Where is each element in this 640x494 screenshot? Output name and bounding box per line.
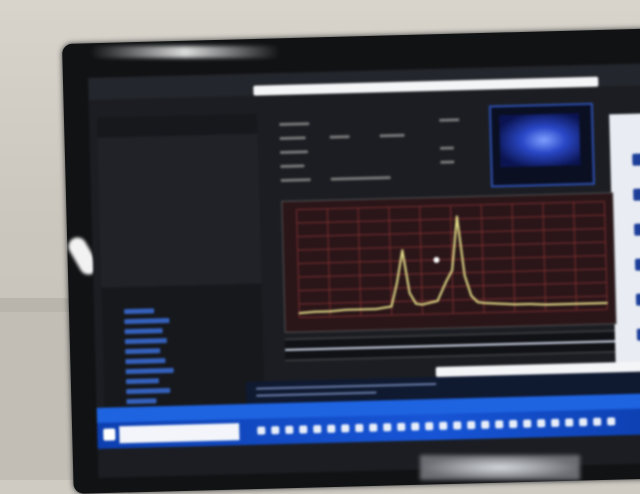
taskbar-app-icon[interactable] (537, 419, 546, 428)
tree-item[interactable] (124, 328, 163, 335)
taskbar-app-icon[interactable] (453, 421, 462, 430)
taskbar-app-icon[interactable] (425, 422, 434, 431)
taskbar-app-icon[interactable] (397, 422, 406, 432)
taskbar-app-icon[interactable] (271, 426, 280, 435)
bezel-glare (90, 46, 280, 58)
tree-item[interactable] (125, 348, 161, 355)
taskbar-app-icon[interactable] (495, 420, 504, 429)
form-value[interactable] (330, 176, 391, 181)
form-value[interactable] (439, 146, 454, 150)
form-label (279, 136, 306, 141)
taskbar-search-box[interactable] (119, 423, 240, 444)
tile-icon[interactable] (634, 258, 640, 271)
taskbar-app-icon[interactable] (411, 422, 420, 431)
tile-icon[interactable] (633, 188, 640, 201)
video-preview[interactable] (488, 102, 595, 188)
status-text-line (256, 382, 437, 390)
taskbar-app-icon[interactable] (607, 417, 616, 426)
taskbar-app-icon[interactable] (313, 425, 322, 434)
spectrum-chart (281, 192, 617, 333)
status-text-line (256, 391, 377, 397)
taskbar-app-icon[interactable] (481, 420, 490, 429)
taskbar-app-icon[interactable] (523, 419, 532, 428)
taskbar-app-icon[interactable] (383, 423, 392, 432)
spectrum-chart-svg (296, 201, 608, 319)
form-label (280, 164, 305, 168)
preview-image (499, 113, 581, 168)
monitor-screen (88, 63, 640, 478)
taskbar-app-icon[interactable] (439, 421, 448, 430)
taskbar-app-icon[interactable] (565, 418, 574, 427)
taskbar-app-icon[interactable] (579, 418, 588, 427)
taskbar-app-icon[interactable] (593, 417, 602, 426)
stand-reflection (420, 455, 580, 480)
timeline-track[interactable] (284, 330, 616, 361)
taskbar-app-icon[interactable] (341, 424, 350, 433)
form-value[interactable] (329, 135, 350, 139)
form-value[interactable] (379, 133, 405, 138)
taskbar-app-icon[interactable] (257, 426, 266, 435)
tile-icon[interactable] (635, 293, 640, 306)
taskbar-app-icon[interactable] (369, 423, 378, 432)
tile-icon[interactable] (634, 223, 640, 236)
wall-shadow (0, 312, 80, 480)
progress-strip (435, 360, 640, 377)
tree-item[interactable] (124, 308, 155, 315)
taskbar-app-icon[interactable] (299, 425, 308, 434)
form-label (280, 178, 311, 182)
form-label (279, 122, 310, 127)
form-value[interactable] (439, 118, 460, 122)
taskbar-app-icon[interactable] (509, 419, 518, 429)
form-value[interactable] (440, 160, 455, 164)
tree-item[interactable] (125, 378, 160, 385)
timeline-line (285, 340, 616, 351)
taskbar-app-icon[interactable] (467, 420, 476, 430)
tile-icon[interactable] (632, 153, 640, 166)
form-label (279, 150, 309, 154)
taskbar-app-icon[interactable] (551, 418, 560, 427)
mouse-cursor (433, 256, 440, 263)
start-button[interactable] (103, 428, 116, 441)
tree-item[interactable] (126, 398, 157, 405)
taskbar-app-icon[interactable] (327, 424, 336, 433)
taskbar-app-icon[interactable] (355, 423, 364, 433)
taskbar-app-icon[interactable] (285, 425, 294, 434)
left-panel-viewer (97, 133, 262, 288)
tree-item[interactable] (125, 358, 166, 365)
